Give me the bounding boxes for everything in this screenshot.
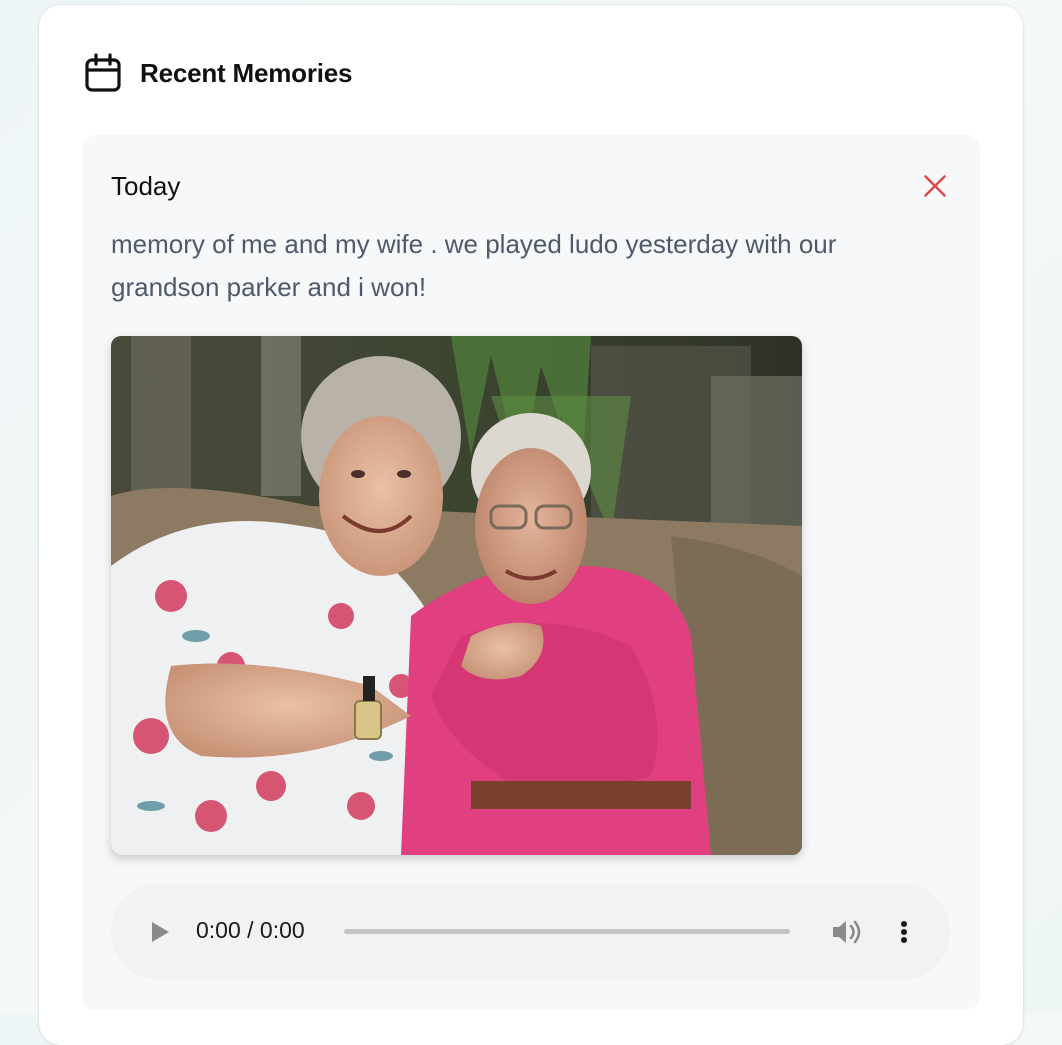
delete-memory-button[interactable] (920, 171, 950, 201)
audio-progress-bar[interactable] (344, 929, 790, 934)
memory-item: Today memory of me and my wife . we play… (82, 135, 980, 1010)
more-options-button[interactable] (896, 917, 912, 947)
section-title: Recent Memories (140, 57, 353, 88)
volume-icon (833, 920, 861, 944)
memory-text: memory of me and my wife . we played lud… (111, 229, 837, 302)
calendar-icon (84, 53, 122, 93)
photo-elderly-couple (111, 336, 802, 855)
section-header: Recent Memories (84, 51, 353, 95)
close-icon (924, 175, 946, 197)
play-icon (152, 922, 169, 942)
audio-player: 0:00 / 0:00 (111, 883, 950, 980)
memory-date: Today (111, 171, 181, 201)
more-vertical-icon (901, 921, 907, 927)
recent-memories-card: Recent Memories Today memory of me and m… (39, 5, 1023, 1045)
audio-time: 0:00 / 0:00 (196, 917, 305, 943)
volume-button[interactable] (831, 917, 863, 947)
memory-photo (111, 336, 802, 855)
play-button[interactable] (149, 920, 171, 944)
